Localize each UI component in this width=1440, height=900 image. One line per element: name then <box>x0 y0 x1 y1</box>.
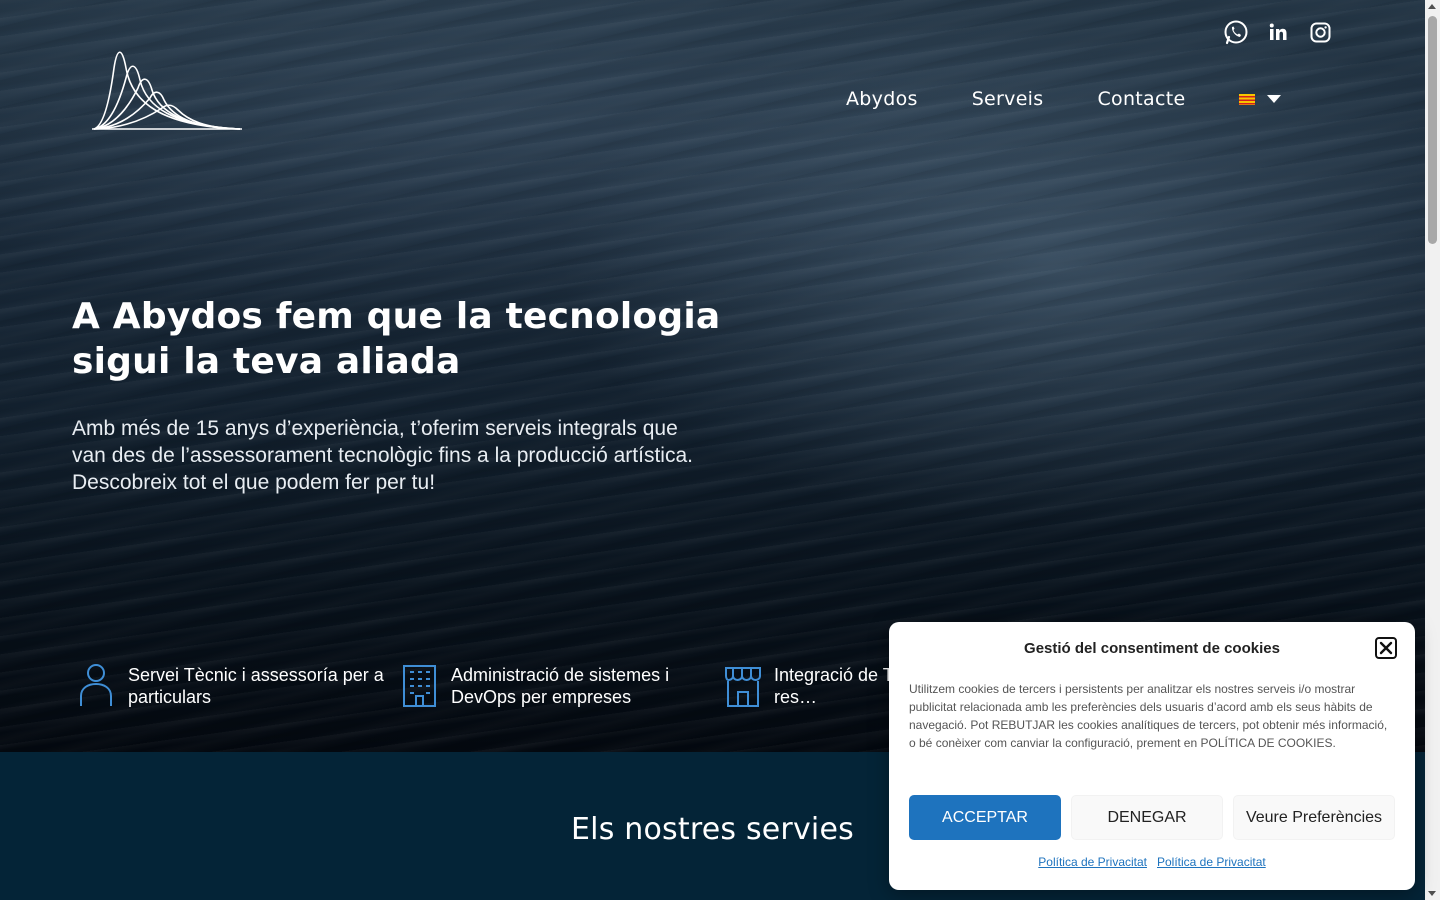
social-links <box>1222 18 1334 46</box>
chevron-down-icon <box>1267 95 1282 103</box>
scroll-down-icon[interactable] <box>1428 891 1436 896</box>
hero-subtitle: Amb més de 15 anys d’experiència, t’ofer… <box>72 417 693 494</box>
nav-item-abydos[interactable]: Abydos <box>846 88 918 110</box>
linkedin-icon[interactable] <box>1264 18 1292 46</box>
main-nav: Abydos Serveis Contacte <box>846 88 1282 110</box>
deny-button[interactable]: DENEGAR <box>1071 795 1223 840</box>
abydos-logo[interactable] <box>92 48 244 132</box>
nav-item-serveis[interactable]: Serveis <box>972 88 1044 110</box>
privacy-policy-link[interactable]: Política de Privacitat <box>1038 855 1147 869</box>
scroll-up-icon[interactable] <box>1428 4 1436 9</box>
page-scrollbar[interactable] <box>1425 0 1440 900</box>
person-icon <box>80 664 112 706</box>
language-selector[interactable] <box>1239 93 1282 105</box>
storefront-icon <box>725 667 761 707</box>
catalan-flag-icon <box>1239 93 1256 105</box>
scrollbar-thumb[interactable] <box>1428 16 1437 244</box>
cookie-links: Política de Privacitat Política de Priva… <box>889 855 1415 869</box>
cookie-buttons: ACCEPTAR DENEGAR Veure Preferències <box>909 795 1395 840</box>
hero-title: A Abydos fem que la tecnologia sigui la … <box>72 296 721 382</box>
cookie-body: Utilitzem cookies de tercers i persisten… <box>909 682 1388 750</box>
building-icon <box>403 665 436 707</box>
feature-item-particulars[interactable]: Servei Tècnic i assessoría per a particu… <box>78 662 401 708</box>
whatsapp-icon[interactable] <box>1222 18 1250 46</box>
instagram-icon[interactable] <box>1306 18 1334 46</box>
nav-item-contacte[interactable]: Contacte <box>1097 88 1185 110</box>
feature-item-empreses[interactable]: Administració de sistemes i DevOps per e… <box>401 662 724 708</box>
accept-button[interactable]: ACCEPTAR <box>909 795 1061 840</box>
feature-text: Servei Tècnic i assessoría per a particu… <box>128 665 384 707</box>
privacy-policy-link-2[interactable]: Política de Privacitat <box>1157 855 1266 869</box>
cookie-title: Gestió del consentiment de cookies <box>1024 640 1280 657</box>
feature-text: Administració de sistemes i DevOps per e… <box>451 665 670 707</box>
cookie-consent-dialog: Gestió del consentiment de cookies Utili… <box>889 622 1415 890</box>
close-icon[interactable] <box>1375 637 1397 659</box>
preferences-button[interactable]: Veure Preferències <box>1233 795 1395 840</box>
